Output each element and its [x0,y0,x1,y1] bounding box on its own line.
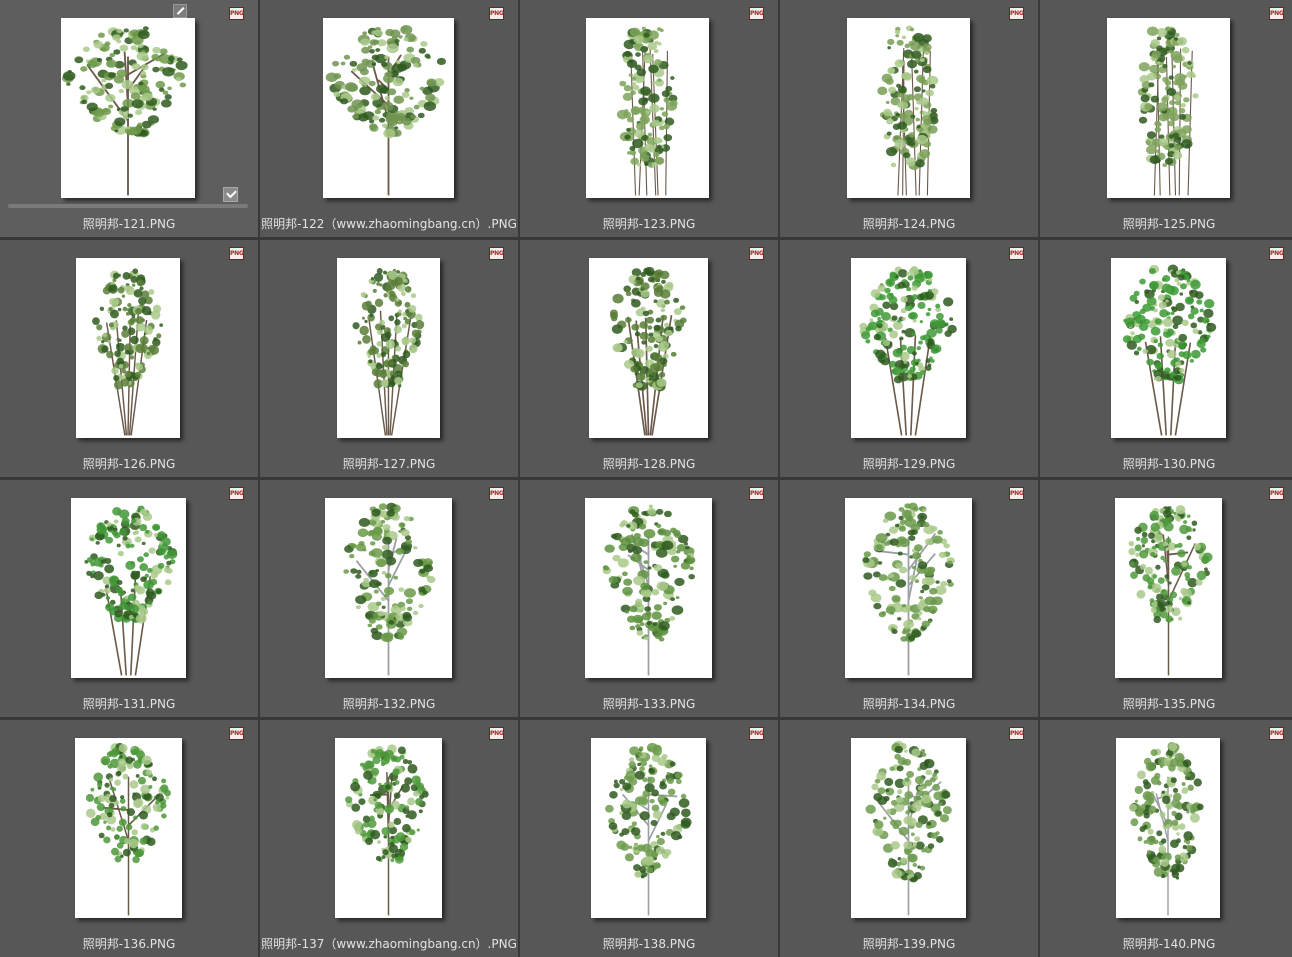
thumbnail-image [586,18,709,198]
rename-icon[interactable] [173,4,187,18]
png-file-icon: PNG [749,7,764,20]
png-file-icon: PNG [489,247,504,260]
png-file-icon-label: PNG [490,490,503,497]
png-file-icon-label: PNG [1010,490,1023,497]
file-name-label: 照明邦-126.PNG [0,457,258,471]
thumbnail-item[interactable]: PNG 照明邦-129.PNG [780,240,1038,477]
file-name-label: 照明邦-129.PNG [780,457,1038,471]
file-name-label: 照明邦-133.PNG [520,697,778,711]
thumbnail-item[interactable]: PNG 照明邦-127.PNG [260,240,518,477]
checkmark-icon[interactable] [223,187,238,202]
file-name-label: 照明邦-130.PNG [1040,457,1292,471]
thumbnail-item[interactable]: PNG照明邦-138.PNG [520,720,778,957]
png-file-icon-label: PNG [750,250,763,257]
file-name-label: 照明邦-132.PNG [260,697,518,711]
thumbnail-item[interactable]: PNG照明邦-140.PNG [1040,720,1292,957]
file-name-label: 照明邦-124.PNG [780,217,1038,231]
thumbnail-item[interactable]: PNG 照明邦-124.PNG [780,0,1038,237]
thumbnail-item[interactable]: PNG照明邦-139.PNG [780,720,1038,957]
png-file-icon-label: PNG [1270,10,1283,17]
thumbnail-image [589,258,708,438]
thumbnail-item[interactable]: PNG 照明邦-131.PNG [0,480,258,717]
png-file-icon-label: PNG [230,730,243,737]
thumbnail-item[interactable]: PNG 照明邦-121.PNG [0,0,258,237]
file-name-label: 照明邦-131.PNG [0,697,258,711]
png-file-icon: PNG [229,487,244,500]
png-file-icon: PNG [489,487,504,500]
png-file-icon-label: PNG [230,490,243,497]
thumbnail-item[interactable]: PNG照明邦-136.PNG [0,720,258,957]
png-file-icon: PNG [1009,247,1024,260]
png-file-icon-label: PNG [750,10,763,17]
thumbnail-item[interactable]: PNG 照明邦-125.PNG [1040,0,1292,237]
thumbnail-image [851,738,966,918]
file-name-label: 照明邦-127.PNG [260,457,518,471]
thumbnail-item[interactable]: PNG 照明邦-128.PNG [520,240,778,477]
png-file-icon-label: PNG [490,250,503,257]
thumbnail-size-slider[interactable] [8,204,248,208]
thumbnail-image [851,258,966,438]
png-file-icon: PNG [1269,727,1284,740]
thumbnail-item[interactable]: PNG 照明邦-126.PNG [0,240,258,477]
file-name-label: 照明邦-134.PNG [780,697,1038,711]
thumbnail-image [75,738,182,918]
png-file-icon: PNG [1009,727,1024,740]
png-file-icon-label: PNG [1010,730,1023,737]
png-file-icon: PNG [229,727,244,740]
thumbnail-item[interactable]: PNG 照明邦-133.PNG [520,480,778,717]
thumbnail-image [1115,498,1222,678]
png-file-icon-label: PNG [490,730,503,737]
thumbnail-image [847,18,970,198]
thumbnail-image [71,498,186,678]
png-file-icon: PNG [749,727,764,740]
thumbnail-item[interactable]: PNG 照明邦-134.PNG [780,480,1038,717]
thumbnail-image [1107,18,1230,198]
png-file-icon: PNG [1269,7,1284,20]
thumbnail-grid: PNG 照明邦-121.PNG PNG 照明邦-122（www.zhaomingban… [0,0,1292,949]
png-file-icon-label: PNG [1270,730,1283,737]
png-file-icon: PNG [749,247,764,260]
png-file-icon: PNG [749,487,764,500]
thumbnail-image [61,18,195,198]
thumbnail-image [323,18,454,198]
thumbnail-item[interactable]: PNG照明邦-137（www.zhaomingbang.cn）.PNG [260,720,518,957]
png-file-icon-label: PNG [750,730,763,737]
thumbnail-image [585,498,712,678]
png-file-icon: PNG [229,7,244,20]
png-file-icon: PNG [229,247,244,260]
thumbnail-image [337,258,440,438]
png-file-icon: PNG [1009,7,1024,20]
thumbnail-image [1116,738,1220,918]
file-name-label: 照明邦-122（www.zhaomingbang.cn）.PNG [260,217,518,231]
file-name-label: 照明邦-128.PNG [520,457,778,471]
png-file-icon: PNG [1269,247,1284,260]
thumbnail-image [335,738,442,918]
png-file-icon-label: PNG [750,490,763,497]
png-file-icon-label: PNG [1010,250,1023,257]
thumbnail-item[interactable]: PNG 照明邦-122（www.zhaomingbang.cn）.PNG [260,0,518,237]
thumbnail-item[interactable]: PNG 照明邦-123.PNG [520,0,778,237]
png-file-icon: PNG [489,727,504,740]
thumbnail-item[interactable]: PNG 照明邦-132.PNG [260,480,518,717]
thumbnail-image [591,738,706,918]
png-file-icon-label: PNG [1270,250,1283,257]
thumbnail-image [325,498,452,678]
file-name-label: 照明邦-125.PNG [1040,217,1292,231]
png-file-icon: PNG [489,7,504,20]
png-file-icon: PNG [1269,487,1284,500]
file-name-label: 照明邦-135.PNG [1040,697,1292,711]
file-name-label: 照明邦-121.PNG [0,217,258,231]
png-file-icon-label: PNG [230,10,243,17]
thumbnail-item[interactable]: PNG 照明邦-135.PNG [1040,480,1292,717]
png-file-icon-label: PNG [230,250,243,257]
thumbnail-image [76,258,180,438]
png-file-icon-label: PNG [1270,490,1283,497]
png-file-icon-label: PNG [1010,10,1023,17]
thumbnail-item[interactable]: PNG 照明邦-130.PNG [1040,240,1292,477]
thumbnail-image [1111,258,1226,438]
png-file-icon: PNG [1009,487,1024,500]
png-file-icon-label: PNG [490,10,503,17]
file-name-label: 照明邦-123.PNG [520,217,778,231]
thumbnail-image [845,498,972,678]
